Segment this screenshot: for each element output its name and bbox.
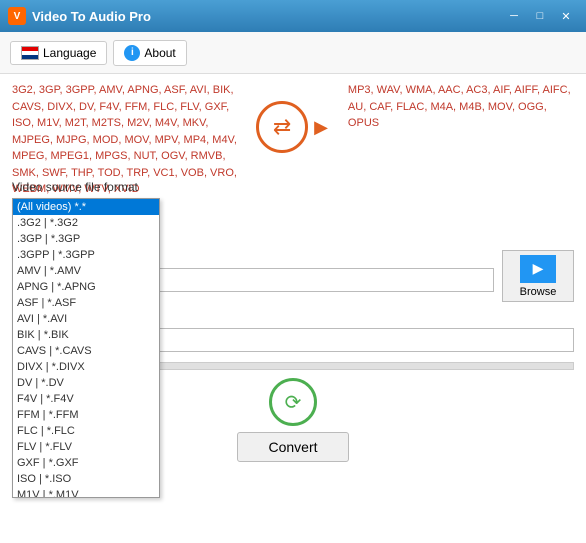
title-bar-left: V Video To Audio Pro (8, 7, 151, 25)
dropdown-item[interactable]: FFM | *.FFM (13, 407, 159, 423)
info-icon: i (124, 45, 140, 61)
dropdown-item[interactable]: F4V | *.F4V (13, 391, 159, 407)
format-info-section: 3G2, 3GP, 3GPP, AMV, APNG, ASF, AVI, BIK… (12, 82, 574, 172)
dropdown-item[interactable]: FLC | *.FLC (13, 423, 159, 439)
dropdown-item[interactable]: M1V | *.M1V (13, 487, 159, 498)
minimize-button[interactable]: ─ (502, 6, 526, 26)
close-button[interactable]: ✕ (554, 6, 578, 26)
language-label: Language (43, 46, 96, 60)
browse-button[interactable]: Browse (502, 250, 574, 302)
dropdown-item[interactable]: .3GPP | *.3GPP (13, 247, 159, 263)
dropdown-item[interactable]: ISO | *.ISO (13, 471, 159, 487)
output-formats-list: MP3, WAV, WMA, AAC, AC3, AIF, AIFF, AIFC… (348, 82, 574, 172)
source-format-label: Video source file format (12, 180, 574, 194)
title-bar: V Video To Audio Pro ─ □ ✕ (0, 0, 586, 32)
language-icon (21, 46, 39, 60)
toolbar: Language i About (0, 32, 586, 74)
dropdown-item[interactable]: AVI | *.AVI (13, 311, 159, 327)
browse-label: Browse (520, 286, 557, 298)
main-content: 3G2, 3GP, 3GPP, AMV, APNG, ASF, AVI, BIK… (0, 74, 586, 543)
app-title: Video To Audio Pro (32, 9, 151, 24)
convert-button[interactable]: Convert (237, 432, 348, 462)
about-label: About (144, 46, 175, 60)
about-button[interactable]: i About (113, 40, 186, 66)
arrow-right-icon: ▶ (314, 117, 328, 138)
window-controls: ─ □ ✕ (502, 6, 578, 26)
converter-icon-area: ⇄ ▶ (248, 82, 338, 172)
dropdown-item[interactable]: CAVS | *.CAVS (13, 343, 159, 359)
dropdown-item[interactable]: APNG | *.APNG (13, 279, 159, 295)
dropdown-item[interactable]: DIVX | *.DIVX (13, 359, 159, 375)
dropdown-item[interactable]: .3G2 | *.3G2 (13, 215, 159, 231)
video-file-icon (520, 255, 556, 283)
dropdown-item[interactable]: .3GP | *.3GP (13, 231, 159, 247)
dropdown-item[interactable]: AMV | *.AMV (13, 263, 159, 279)
app-icon: V (8, 7, 26, 25)
language-button[interactable]: Language (10, 41, 107, 65)
dropdown-list[interactable]: (All videos) *.* .3G2 | *.3G2 .3GP | *.3… (12, 198, 160, 498)
convert-icon: ⟳ (269, 378, 317, 426)
dropdown-item[interactable]: ASF | *.ASF (13, 295, 159, 311)
dropdown-item[interactable]: GXF | *.GXF (13, 455, 159, 471)
shuffle-arrows-icon: ⇄ (273, 114, 291, 140)
dropdown-item[interactable]: FLV | *.FLV (13, 439, 159, 455)
maximize-button[interactable]: □ (528, 6, 552, 26)
dropdown-item[interactable]: BIK | *.BIK (13, 327, 159, 343)
dropdown-item[interactable]: DV | *.DV (13, 375, 159, 391)
input-formats-list: 3G2, 3GP, 3GPP, AMV, APNG, ASF, AVI, BIK… (12, 82, 238, 172)
shuffle-icon: ⇄ (256, 101, 308, 153)
dropdown-selected-item[interactable]: (All videos) *.* (13, 199, 159, 215)
